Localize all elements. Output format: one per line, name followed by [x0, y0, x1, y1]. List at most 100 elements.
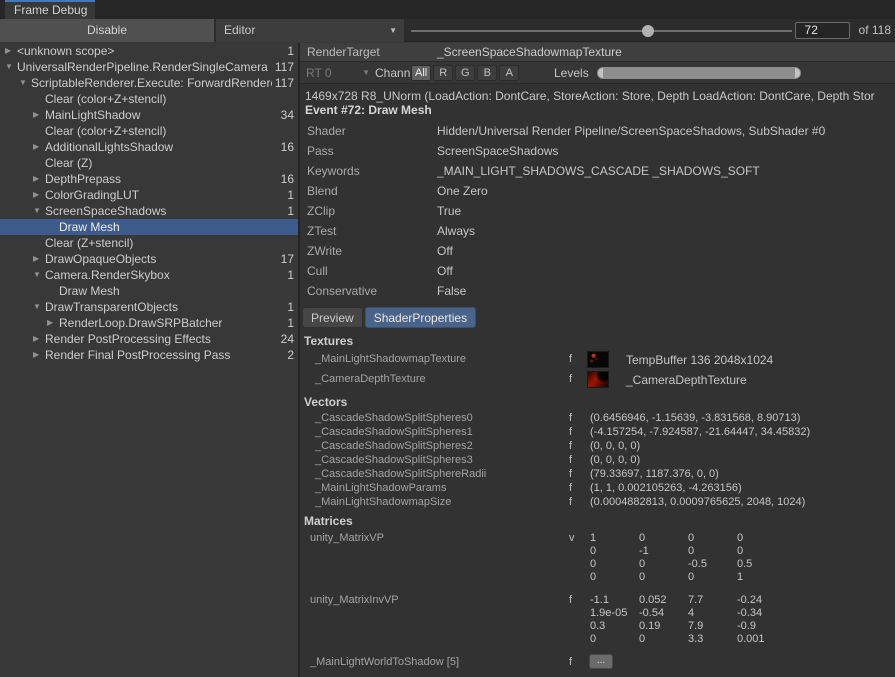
- tree-row-count: 1: [287, 203, 294, 219]
- collapse-arrow-icon[interactable]: ▼: [19, 75, 27, 91]
- tree-row[interactable]: ▶MainLightShadow34: [0, 107, 298, 123]
- type-flag: f: [569, 439, 572, 453]
- shadowmap-texture-thumbnail[interactable]: [587, 351, 609, 368]
- vectors-section-title: Vectors: [304, 395, 895, 411]
- levels-slider-max-handle[interactable]: [795, 68, 800, 78]
- render-target-toolbar: RT 0 ▼ Channels AllRGBA Levels: [300, 62, 895, 84]
- property-row: BlendOne Zero: [300, 181, 895, 201]
- tab-frame-debug[interactable]: Frame Debug: [5, 0, 95, 19]
- matrix-cell: 0: [639, 633, 688, 646]
- collapse-arrow-icon[interactable]: ▼: [33, 299, 41, 315]
- tree-row[interactable]: ▶Render PostProcessing Effects24: [0, 331, 298, 347]
- collapse-arrow-icon[interactable]: ▼: [33, 267, 41, 283]
- tree-row[interactable]: ▶<unknown scope>1: [0, 43, 298, 59]
- texture-property-name: _CameraDepthTexture: [315, 373, 426, 385]
- vector-property-name: _CascadeShadowSplitSpheres2: [315, 439, 473, 453]
- type-flag: v: [569, 532, 575, 544]
- tree-row[interactable]: ▶RenderLoop.DrawSRPBatcher1: [0, 315, 298, 331]
- matrix-cell: -0.9: [737, 620, 786, 633]
- tree-row[interactable]: ▼ScriptableRenderer.Execute: ForwardRend…: [0, 75, 298, 91]
- levels-minmax-slider[interactable]: [597, 67, 801, 79]
- expand-arrow-icon[interactable]: ▶: [5, 43, 11, 59]
- vector-row: _CascadeShadowSplitSphereRadiif(79.33697…: [300, 467, 895, 481]
- expand-arrow-icon[interactable]: ▶: [33, 139, 39, 155]
- levels-slider-min-handle[interactable]: [598, 68, 603, 78]
- expand-arrow-icon[interactable]: ▶: [33, 331, 39, 347]
- matrix-cell: -0.24: [737, 594, 786, 607]
- frame-slider[interactable]: [411, 19, 792, 42]
- collapse-arrow-icon[interactable]: ▼: [33, 203, 41, 219]
- tree-row[interactable]: ▶Render Final PostProcessing Pass2: [0, 347, 298, 363]
- matrix-values-grid: -1.10.0527.7-0.241.9e-05-0.544-0.340.30.…: [590, 594, 895, 646]
- tree-row[interactable]: Draw Mesh: [0, 283, 298, 299]
- tree-row[interactable]: ▶DepthPrepass16: [0, 171, 298, 187]
- expand-matrix-array-button[interactable]: ...: [589, 654, 613, 669]
- editor-dropdown[interactable]: Editor ▼: [216, 19, 404, 42]
- tree-row[interactable]: ▼ScreenSpaceShadows1: [0, 203, 298, 219]
- editor-dropdown-label: Editor: [224, 23, 255, 37]
- event-detail-panel: RenderTarget _ScreenSpaceShadowmapTextur…: [300, 43, 895, 677]
- tree-row[interactable]: ▼Camera.RenderSkybox1: [0, 267, 298, 283]
- property-value: True: [437, 201, 893, 221]
- tree-row[interactable]: Clear (color+Z+stencil): [0, 91, 298, 107]
- event-tree-panel: ▶<unknown scope>1▼UniversalRenderPipelin…: [0, 43, 300, 677]
- channel-button-all[interactable]: All: [411, 65, 431, 81]
- channel-button-g[interactable]: G: [455, 65, 475, 81]
- tab-preview[interactable]: Preview: [302, 307, 363, 328]
- tree-row[interactable]: ▼DrawTransparentObjects1: [0, 299, 298, 315]
- property-value: _MAIN_LIGHT_SHADOWS_CASCADE _SHADOWS_SOF…: [437, 161, 893, 181]
- expand-arrow-icon[interactable]: ▶: [33, 347, 39, 363]
- tree-row[interactable]: Clear (Z+stencil): [0, 235, 298, 251]
- channel-button-b[interactable]: B: [477, 65, 497, 81]
- tree-row-count: 1: [287, 315, 294, 331]
- vector-property-name: _CascadeShadowSplitSpheres3: [315, 453, 473, 467]
- channel-button-r[interactable]: R: [433, 65, 453, 81]
- expand-arrow-icon[interactable]: ▶: [47, 315, 53, 331]
- expand-arrow-icon[interactable]: ▶: [33, 251, 39, 267]
- matrix-cell: 1: [737, 571, 786, 584]
- matrix-cell: 1: [590, 532, 639, 545]
- tree-row[interactable]: ▼UniversalRenderPipeline.RenderSingleCam…: [0, 59, 298, 75]
- tree-row[interactable]: Clear (Z): [0, 155, 298, 171]
- tree-row-label: Draw Mesh: [59, 283, 272, 299]
- depth-texture-thumbnail[interactable]: [587, 371, 609, 388]
- type-flag: f: [569, 353, 572, 365]
- matrix-cell: 0: [688, 571, 737, 584]
- expand-arrow-icon[interactable]: ▶: [33, 187, 39, 203]
- property-value: Always: [437, 221, 893, 241]
- tree-row[interactable]: ▶AdditionalLightsShadow16: [0, 139, 298, 155]
- tree-row[interactable]: ▶DrawOpaqueObjects17: [0, 251, 298, 267]
- property-row: ZTestAlways: [300, 221, 895, 241]
- disable-button[interactable]: Disable: [0, 19, 216, 42]
- main-split: ▶<unknown scope>1▼UniversalRenderPipelin…: [0, 43, 895, 677]
- property-label: ZClip: [307, 201, 335, 221]
- matrix-values-grid: 10000-10000-0.50.50001: [590, 532, 895, 584]
- vector-row: _MainLightShadowmapSizef(0.0004882813, 0…: [300, 495, 895, 509]
- property-label: Conservative: [307, 281, 377, 301]
- tree-row-count: 16: [281, 171, 294, 187]
- matrix-property-name: unity_MatrixVP: [310, 532, 384, 544]
- tree-row-count: 1: [287, 43, 294, 59]
- tree-row-label: Clear (Z): [45, 155, 272, 171]
- property-value: Off: [437, 261, 893, 281]
- type-flag: f: [569, 411, 572, 425]
- matrix-cell: 0: [590, 545, 639, 558]
- tree-row[interactable]: Clear (color+Z+stencil): [0, 123, 298, 139]
- collapse-arrow-icon[interactable]: ▼: [5, 59, 13, 75]
- channel-button-a[interactable]: A: [499, 65, 519, 81]
- expand-arrow-icon[interactable]: ▶: [33, 171, 39, 187]
- property-label: Cull: [307, 261, 328, 281]
- property-row: Cull Off: [300, 261, 895, 281]
- tree-row-count: 1: [287, 267, 294, 283]
- matrix-row: unity_MatrixInvVPf-1.10.0527.7-0.241.9e-…: [300, 594, 895, 646]
- tree-row-label: AdditionalLightsShadow: [45, 139, 272, 155]
- rt-index-dropdown[interactable]: RT 0 ▼: [306, 62, 370, 84]
- type-flag: f: [569, 495, 572, 509]
- frame-number-input[interactable]: 72: [795, 22, 850, 39]
- tree-row[interactable]: ▶ColorGradingLUT1: [0, 187, 298, 203]
- tree-row[interactable]: Draw Mesh: [0, 219, 298, 235]
- expand-arrow-icon[interactable]: ▶: [33, 107, 39, 123]
- tab-shaderproperties[interactable]: ShaderProperties: [365, 307, 476, 328]
- frame-slider-handle[interactable]: [642, 25, 654, 37]
- matrix-row: unity_MatrixVPv10000-10000-0.50.50001: [300, 532, 895, 584]
